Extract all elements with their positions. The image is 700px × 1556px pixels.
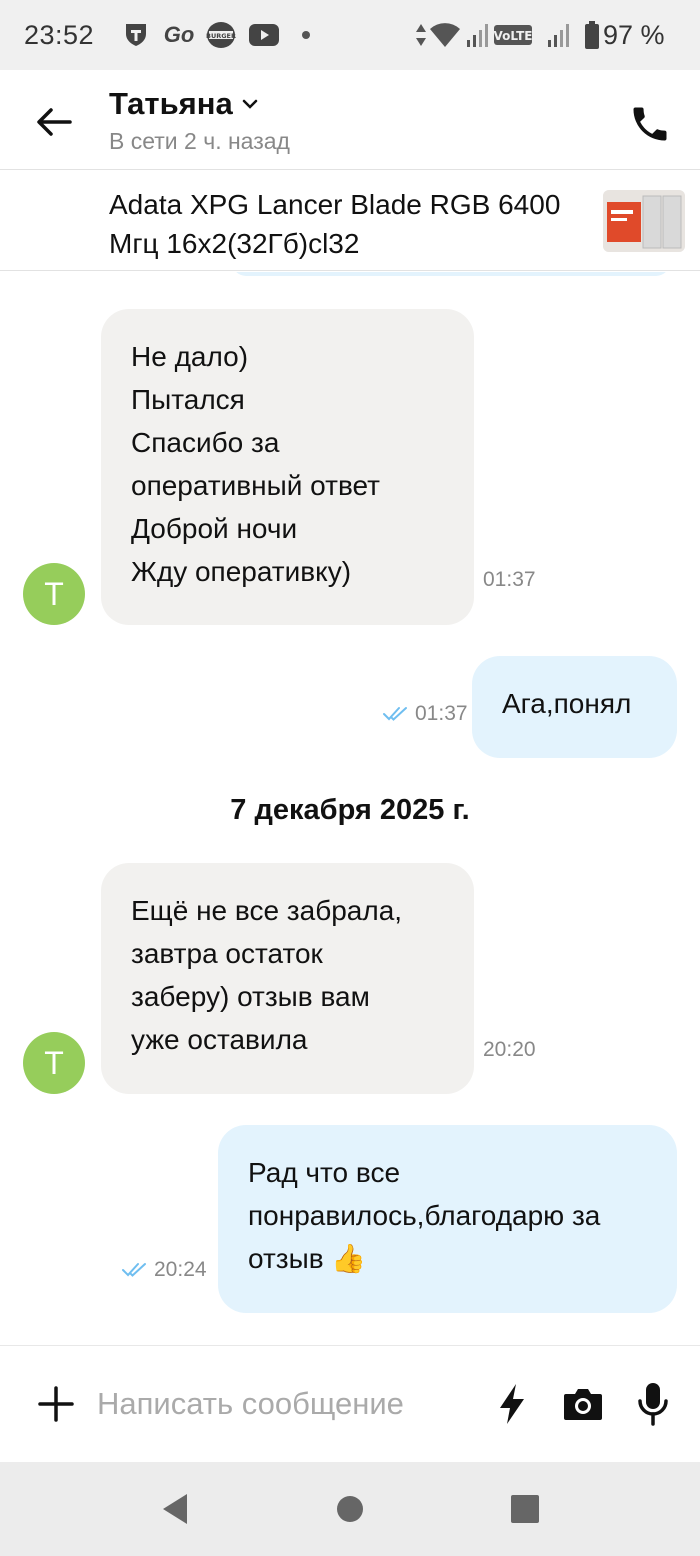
incoming-message[interactable]: Не дало) Пытался Спасибо за оперативный … — [101, 309, 474, 625]
message-time: 20:24 — [154, 1258, 207, 1281]
status-bar: 23:52 Go BURGER VoLTE 97 % — [0, 0, 700, 70]
triangle-back-icon — [163, 1494, 187, 1524]
message-time: 01:37 — [415, 702, 468, 725]
message-line: Жду оперативку) — [131, 556, 352, 587]
contact-name: Татьяна — [109, 86, 233, 121]
incoming-message[interactable]: Ещё не все забрала, завтра остаток забер… — [101, 863, 474, 1094]
nav-home-button[interactable] — [325, 1484, 375, 1534]
youtube-icon — [248, 20, 280, 50]
avatar[interactable]: Т — [23, 1032, 85, 1094]
message-line: Доброй ночи — [131, 513, 298, 544]
previous-message-bubble — [232, 272, 670, 276]
back-button[interactable] — [24, 92, 84, 152]
message-list[interactable]: Не дало) Пытался Спасибо за оперативный … — [0, 272, 700, 1344]
message-line: Рад что все — [248, 1157, 401, 1188]
chevron-down-icon — [242, 99, 257, 109]
system-navigation-bar — [0, 1462, 700, 1556]
plus-icon — [38, 1386, 74, 1422]
quick-replies-button[interactable] — [484, 1376, 540, 1432]
burger-king-icon: BURGER — [205, 20, 237, 50]
message-line: завтра остаток — [131, 938, 323, 969]
message-line: заберу) отзыв вам — [131, 981, 370, 1012]
read-checkmarks-icon — [122, 1263, 146, 1277]
signal-2-icon — [544, 20, 572, 50]
message-line: Спасибо за — [131, 427, 280, 458]
listing-thumbnail[interactable] — [603, 190, 685, 252]
go-icon: Go — [163, 22, 195, 47]
listing-bar[interactable]: Adata XPG Lancer Blade RGB 6400 Мгц 16x2… — [0, 171, 700, 271]
arrow-left-icon — [37, 108, 72, 136]
chat-header: Татьяна В сети 2 ч. назад — [0, 70, 700, 170]
voice-message-button[interactable] — [625, 1376, 681, 1432]
message-time: 01:37 — [483, 568, 536, 591]
signal-1-icon — [464, 20, 490, 50]
microphone-icon — [638, 1383, 668, 1426]
phone-icon — [633, 107, 667, 141]
nav-back-button[interactable] — [150, 1484, 200, 1534]
contact-status: В сети 2 ч. назад — [109, 128, 290, 154]
circle-home-icon — [337, 1496, 363, 1522]
message-line: Не дало) — [131, 341, 249, 372]
message-line: Ага,понял — [502, 688, 632, 719]
dot-icon — [300, 20, 312, 50]
svg-text:VoLTE: VoLTE — [494, 29, 532, 43]
message-meta: 20:24 — [122, 1258, 207, 1282]
message-line: уже оставила — [131, 1024, 308, 1055]
lightning-icon — [500, 1384, 524, 1424]
data-arrows-icon — [414, 20, 428, 50]
battery-icon — [584, 20, 600, 50]
message-line: Пытался — [131, 384, 245, 415]
attach-button[interactable] — [28, 1376, 84, 1432]
status-time: 23:52 — [24, 20, 95, 50]
svg-text:BURGER: BURGER — [206, 32, 236, 40]
tinkoff-icon — [122, 20, 150, 50]
date-separator: 7 декабря 2025 г. — [230, 794, 470, 826]
message-line: Ещё не все забрала, — [131, 895, 403, 926]
listing-title: Adata XPG Lancer Blade RGB 6400 Мгц 16x2… — [109, 189, 561, 259]
message-line: понравилось,благодарю за — [248, 1200, 601, 1231]
message-input[interactable]: Написать сообщение — [97, 1386, 404, 1422]
outgoing-message[interactable]: Рад что все понравилось,благодарю за отз… — [218, 1125, 677, 1313]
camera-icon — [564, 1389, 602, 1420]
message-line: отзыв 👍 — [248, 1243, 367, 1274]
wifi-icon — [428, 20, 462, 50]
avatar[interactable]: Т — [23, 563, 85, 625]
volte-icon: VoLTE — [493, 20, 533, 50]
call-button[interactable] — [622, 96, 678, 152]
contact-name-dropdown[interactable]: Татьяна — [109, 84, 259, 124]
nav-recents-button[interactable] — [500, 1484, 550, 1534]
outgoing-message[interactable]: Ага,понял — [472, 656, 677, 758]
message-line: оперативный ответ — [131, 470, 380, 501]
read-checkmarks-icon — [383, 707, 407, 721]
message-composer: Написать сообщение — [0, 1345, 700, 1462]
message-meta: 01:37 — [383, 702, 468, 726]
square-recents-icon — [511, 1495, 539, 1523]
battery-percent: 97 % — [603, 20, 665, 50]
message-time: 20:20 — [483, 1038, 536, 1061]
camera-button[interactable] — [555, 1376, 611, 1432]
